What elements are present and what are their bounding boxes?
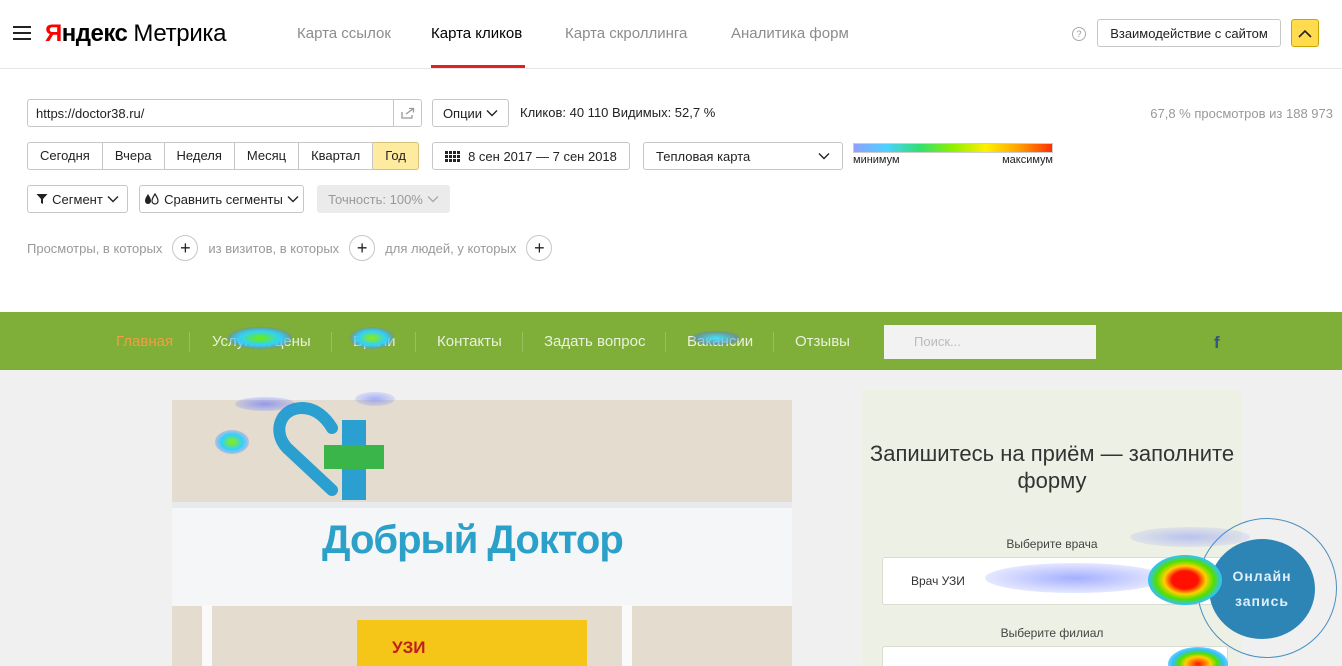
chevron-down-icon [427,196,439,203]
date-range-text: 8 сен 2017 — 7 сен 2018 [468,148,617,164]
accuracy-label: Точность: 100% [328,191,423,207]
facebook-icon[interactable]: f [1214,333,1220,353]
logo-yandex: ндекс [61,20,128,47]
page-url-input[interactable] [27,99,394,127]
add-people-condition-button[interactable]: + [526,235,553,261]
chevron-down-icon [107,196,119,203]
tab-form-analytics[interactable]: Аналитика форм [731,25,849,42]
ultrasound-banner-text: УЗИ [392,638,426,657]
branch-select-label: Выберите филиал [1000,626,1104,640]
filter-views-label: Просмотры, в которых [27,240,163,256]
site-search-input[interactable]: Поиск... [884,325,1096,359]
site-nav-ask[interactable]: Задать вопрос [544,333,645,350]
segment-label: Сегмент [52,191,103,207]
heatmap-gradient [853,143,1053,153]
site-interaction-button[interactable]: Взаимодействие с сайтом [1097,19,1281,47]
date-range-picker[interactable]: 8 сен 2017 — 7 сен 2018 [432,142,630,170]
map-type-select[interactable]: Тепловая карта [643,142,843,170]
external-link-icon [400,107,414,119]
views-coverage: 67,8 % просмотров из 188 973 [1150,106,1333,121]
nav-divider [665,332,666,352]
period-month[interactable]: Месяц [234,142,300,170]
period-today[interactable]: Сегодня [27,142,103,170]
chevron-up-icon [1298,29,1312,38]
help-icon[interactable]: ? [1072,27,1086,41]
nav-divider [331,332,332,352]
logo-letter: Я [45,20,62,47]
doctor-select-label: Выберите врача [1006,537,1098,551]
tab-click-map[interactable]: Карта кликов [431,25,522,42]
accuracy-dropdown[interactable]: Точность: 100% [317,185,450,213]
online-booking-button[interactable]: Онлайн запись [1209,539,1315,639]
options-dropdown[interactable]: Опции [432,99,509,127]
site-nav-vacancies[interactable]: Вакансии [687,333,753,350]
filter-visits-label: из визитов, в которых [208,240,340,256]
period-year[interactable]: Год [373,142,419,170]
site-nav-reviews[interactable]: Отзывы [795,333,850,350]
storefront-pillar [202,605,212,666]
period-quarter[interactable]: Квартал [299,142,374,170]
compare-label: Сравнить сегменты [164,191,283,207]
clinic-sign-text: Добрый Доктор [322,518,624,562]
chevron-down-icon [287,196,299,203]
appointment-form: Запишитесь на приём — заполните форму Вы… [862,390,1242,666]
metrika-header: Яндекс Метрика Карта ссылок Карта кликов … [0,0,1342,69]
calendar-icon [445,150,461,162]
active-tab-indicator [431,65,525,68]
appointment-form-title: Запишитесь на приём — заполните форму [869,441,1235,493]
online-booking-line1: Онлайн [1232,568,1292,584]
chevron-down-icon [486,110,498,117]
add-visits-condition-button[interactable]: + [349,235,376,261]
open-url-icon[interactable] [393,99,422,127]
options-label: Опции [442,105,483,121]
period-week[interactable]: Неделя [164,142,235,170]
clinic-photo: Добрый Доктор УЗИ [172,400,792,666]
clicks-stats: Кликов: 40 110 Видимых: 52,7 % [520,105,716,120]
filter-people-label: для людей, у которых [385,240,517,256]
nav-divider [415,332,416,352]
nav-divider [522,332,523,352]
ultrasound-banner: УЗИ [357,620,587,666]
branch-select[interactable] [882,646,1228,666]
map-type-value: Тепловая карта [656,148,751,164]
filter-icon [36,194,48,204]
heatmap-legend: минимум максимум [853,143,1053,166]
site-nav-doctors[interactable]: Врачи [353,333,396,350]
yandex-metrika-logo[interactable]: Яндекс Метрика [45,20,227,48]
tab-scroll-map[interactable]: Карта скроллинга [565,25,687,42]
collapse-chevron-up-icon[interactable] [1291,19,1319,47]
compare-drops-icon [145,193,159,205]
online-booking-line2: запись [1234,593,1289,609]
tab-link-map[interactable]: Карта ссылок [297,25,391,42]
period-selector: Сегодня Вчера Неделя Месяц Квартал Год [27,142,419,170]
nav-divider [773,332,774,352]
segment-filter-builder: Просмотры, в которых + из визитов, в кот… [27,234,562,262]
logo-product: Метрика [133,20,227,47]
site-header-strip [0,297,1342,312]
tracked-site-preview: Главная Услуги и цены Врачи Контакты Зад… [0,297,1342,666]
compare-segments-dropdown[interactable]: Сравнить сегменты [139,185,304,213]
nav-divider [189,332,190,352]
site-nav-home[interactable]: Главная [116,333,173,350]
site-navigation: Главная Услуги и цены Врачи Контакты Зад… [0,312,1342,370]
chevron-down-icon [818,153,830,160]
hamburger-menu-icon[interactable] [13,26,31,40]
legend-max-label: максимум [1002,154,1053,166]
period-yesterday[interactable]: Вчера [102,142,165,170]
segment-dropdown[interactable]: Сегмент [27,185,128,213]
legend-min-label: минимум [853,154,900,166]
site-nav-services[interactable]: Услуги и цены [212,333,311,350]
site-nav-contacts[interactable]: Контакты [437,333,502,350]
add-views-condition-button[interactable]: + [172,235,199,261]
click-map-settings-panel: Опции Кликов: 40 110 Видимых: 52,7 % 67,… [0,69,1342,297]
doctor-select[interactable]: Врач УЗИ [882,557,1228,605]
storefront-pillar [622,605,632,666]
clinic-heart-cross-logo [273,401,384,500]
